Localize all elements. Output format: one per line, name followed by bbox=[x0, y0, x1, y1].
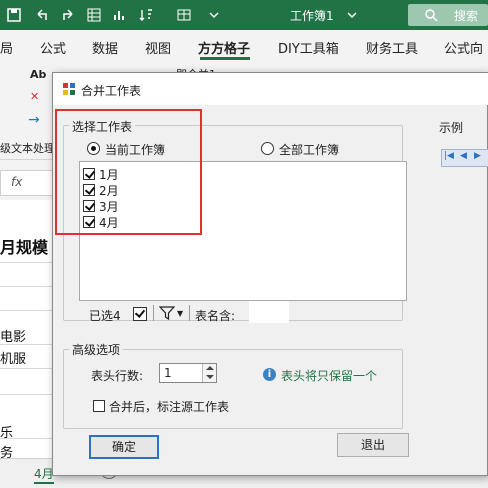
exit-button[interactable]: 退出 bbox=[337, 433, 409, 457]
more-icon[interactable] bbox=[206, 7, 222, 23]
dialog-title-bar: 合并工作表 bbox=[53, 73, 488, 105]
worksheet[interactable]: 月规模 电影 机服 乐 务 bbox=[0, 200, 60, 461]
info-icon: i bbox=[263, 368, 276, 381]
header-rows-label: 表头行数: bbox=[91, 369, 144, 383]
selected-count: 已选4 bbox=[89, 309, 121, 323]
header-hint: 表头将只保留一个 bbox=[281, 369, 378, 383]
filter-icon[interactable] bbox=[159, 306, 175, 320]
chart-icon[interactable] bbox=[112, 7, 128, 23]
redo-icon[interactable] bbox=[60, 7, 76, 23]
preview-label: 示例 bbox=[439, 121, 464, 135]
ribbon-tabs: 局 公式 数据 视图 方方格子 DIY工具箱 财务工具 公式向导 bbox=[0, 30, 488, 76]
filter-dropdown-icon[interactable]: ▼ bbox=[177, 309, 183, 318]
header-rows-input[interactable]: 1 bbox=[159, 363, 217, 383]
arrow-right-icon[interactable]: → bbox=[28, 112, 40, 128]
tab-formulas[interactable]: 公式 bbox=[40, 38, 66, 57]
text-processing-label[interactable]: 级文本处理 bbox=[0, 140, 55, 156]
mark-source-checkbox[interactable] bbox=[93, 400, 105, 412]
all-workbooks-label[interactable]: 全部工作簿 bbox=[279, 141, 339, 158]
select-all-checkbox[interactable] bbox=[133, 307, 147, 321]
preview-nav-bar: |◀ ◀ ▶ bbox=[441, 149, 488, 167]
sheet-tab-april[interactable]: 4月 bbox=[34, 465, 54, 484]
ok-button[interactable]: 确定 bbox=[89, 435, 159, 459]
save-icon[interactable] bbox=[6, 7, 22, 23]
tab-finance-tools[interactable]: 财务工具 bbox=[366, 38, 418, 57]
advanced-options-label: 高级选项 bbox=[69, 341, 124, 358]
table-icon[interactable] bbox=[176, 7, 192, 23]
sheet-name-filter-input[interactable] bbox=[249, 301, 289, 323]
tab-layout[interactable]: 局 bbox=[0, 38, 13, 57]
undo-icon[interactable] bbox=[34, 7, 50, 23]
tab-view[interactable]: 视图 bbox=[145, 38, 171, 57]
mark-source-label[interactable]: 合并后，标注源工作表 bbox=[109, 398, 229, 415]
dialog-app-icon bbox=[63, 83, 75, 95]
tab-diy-toolbox[interactable]: DIY工具箱 bbox=[278, 38, 339, 57]
next-sheet-icon[interactable]: ▶ bbox=[474, 151, 481, 161]
delete-text-icon[interactable]: ✕ bbox=[30, 90, 39, 103]
prev-sheet-icon[interactable]: ◀ bbox=[460, 151, 467, 161]
search-label: 搜索 bbox=[454, 9, 479, 23]
search-icon bbox=[425, 9, 438, 22]
first-sheet-icon[interactable]: |◀ bbox=[444, 151, 454, 161]
merge-sheets-dialog: 合并工作表 示例 |◀ ◀ ▶ 选择工作表 当前工作簿 全部工作簿 1月 2月 3月… bbox=[52, 72, 488, 476]
search-box[interactable]: 搜索 bbox=[408, 4, 488, 26]
name-box[interactable]: fx bbox=[0, 170, 60, 196]
ab-label[interactable]: Ab bbox=[30, 68, 46, 81]
advanced-options-group bbox=[63, 349, 403, 429]
spin-up-icon[interactable] bbox=[206, 366, 214, 370]
chevron-down-icon[interactable] bbox=[344, 7, 360, 23]
all-workbooks-radio[interactable] bbox=[261, 142, 274, 155]
function-icon[interactable]: fx bbox=[11, 175, 22, 189]
sort-icon[interactable] bbox=[138, 7, 154, 23]
cell-clothing[interactable]: 机服 bbox=[0, 348, 26, 367]
sheet-name-filter-label: 表名含: bbox=[195, 309, 236, 323]
spin-down-icon[interactable] bbox=[206, 375, 214, 379]
highlight-box bbox=[55, 109, 202, 235]
sheet-title-partial: 月规模 bbox=[0, 238, 49, 257]
grid-icon[interactable] bbox=[86, 7, 102, 23]
document-title: 工作簿1 bbox=[290, 9, 334, 23]
tab-data[interactable]: 数据 bbox=[92, 38, 118, 57]
tab-fangfanggezi[interactable]: 方方格子 bbox=[198, 38, 250, 57]
header-rows-spinner[interactable] bbox=[202, 364, 216, 382]
cell-movie[interactable]: 电影 bbox=[0, 326, 26, 345]
excel-titlebar: 工作簿1 搜索 bbox=[0, 0, 488, 30]
header-rows-value: 1 bbox=[164, 366, 172, 380]
dialog-title: 合并工作表 bbox=[81, 84, 142, 98]
